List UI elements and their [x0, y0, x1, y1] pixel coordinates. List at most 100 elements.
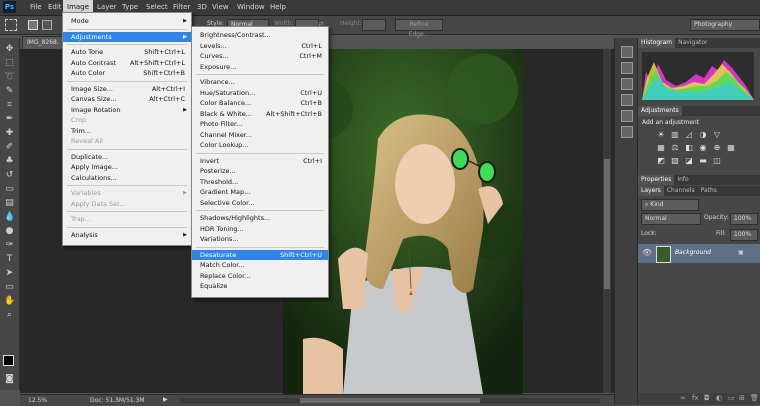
menu-item-apply-image[interactable]: Apply Image... — [63, 162, 191, 173]
blend-mode-select[interactable]: Normal — [641, 213, 701, 225]
menu-item-analysis[interactable]: Analysis ▶ — [63, 230, 191, 241]
zoom-level[interactable]: 12.5% — [28, 397, 47, 404]
path-select-icon[interactable]: ➤ — [4, 268, 15, 279]
refine-edge-button[interactable]: Refine Edge... — [395, 19, 443, 38]
curves-icon[interactable]: ◿ — [684, 130, 694, 140]
menu-view[interactable]: View — [208, 0, 233, 15]
menu-item-exposure[interactable]: Exposure... — [192, 62, 328, 73]
menu-item-replace-color[interactable]: Replace Color... — [192, 271, 328, 282]
visibility-eye-icon[interactable]: 👁 — [642, 248, 652, 257]
crop-tool-icon[interactable]: ⌗ — [4, 100, 15, 111]
color-balance-icon[interactable]: ⚖ — [670, 143, 680, 153]
dodge-tool-icon[interactable]: ● — [4, 226, 15, 237]
hue-sat-icon[interactable]: ▦ — [656, 143, 666, 153]
tab-layers[interactable]: Layers — [638, 186, 664, 196]
marquee-tool-icon[interactable]: ⬚ — [4, 58, 15, 69]
adjustment-layer-icon[interactable]: ◐ — [716, 394, 722, 402]
menu-item-color-balance[interactable]: Color Balance... Ctrl+B — [192, 98, 328, 109]
tab-properties[interactable]: Properties — [638, 175, 675, 185]
eyedropper-icon[interactable]: ✒ — [4, 114, 15, 125]
tab-adjustments[interactable]: Adjustments — [638, 106, 682, 116]
horizontal-scrollbar[interactable] — [180, 398, 600, 403]
type-tool-icon[interactable]: T — [4, 254, 15, 265]
brightness-icon[interactable]: ☀ — [656, 130, 666, 140]
actions-icon[interactable] — [621, 62, 633, 74]
zoom-tool-icon[interactable]: ⌕ — [4, 310, 15, 321]
invert-icon[interactable]: ◩ — [656, 156, 666, 166]
quick-select-icon[interactable]: ✎ — [4, 86, 15, 97]
posterize-icon[interactable]: ▧ — [670, 156, 680, 166]
menu-item-equalize[interactable]: Equalize — [192, 281, 328, 292]
quick-mask-icon[interactable]: ◙ — [4, 374, 15, 385]
menu-item-levels[interactable]: Levels... Ctrl+L — [192, 41, 328, 52]
link-layers-icon[interactable]: ∞ — [680, 394, 686, 402]
mask-icon[interactable]: ◘ — [704, 394, 710, 402]
menu-item-black-white[interactable]: Black & White... Alt+Shift+Ctrl+B — [192, 109, 328, 120]
tool-presets-icon[interactable] — [621, 126, 633, 138]
menu-item-canvas-size[interactable]: Canvas Size... Alt+Ctrl+C — [63, 94, 191, 105]
new-selection-icon[interactable] — [28, 20, 38, 30]
menu-item-mode[interactable]: Mode ▶ — [63, 16, 191, 27]
menu-file[interactable]: File — [26, 0, 46, 15]
menu-item-brightness-contrast[interactable]: Brightness/Contrast... — [192, 30, 328, 41]
bw-icon[interactable]: ◧ — [684, 143, 694, 153]
menu-item-auto-color[interactable]: Auto Color Shift+Ctrl+B — [63, 68, 191, 79]
menu-item-hue-saturation[interactable]: Hue/Saturation... Ctrl+U — [192, 88, 328, 99]
menu-item-threshold[interactable]: Threshold... — [192, 177, 328, 188]
workspace-select[interactable]: Photography — [690, 19, 760, 31]
menu-item-desaturate[interactable]: Desaturate Shift+Ctrl+U — [192, 249, 328, 260]
new-layer-icon[interactable]: ⊞ — [739, 394, 745, 402]
gradient-tool-icon[interactable]: ▤ — [4, 198, 15, 209]
vertical-scrollbar[interactable] — [603, 49, 611, 393]
foreground-color-swatch[interactable] — [3, 355, 14, 366]
history-icon[interactable] — [621, 46, 633, 58]
menu-item-match-color[interactable]: Match Color... — [192, 260, 328, 271]
exposure-icon[interactable]: ◑ — [698, 130, 708, 140]
brush-tool-icon[interactable]: ✐ — [4, 142, 15, 153]
menu-item-image-rotation[interactable]: Image Rotation ▶ — [63, 105, 191, 116]
photo-filter-icon[interactable]: ◉ — [698, 143, 708, 153]
menu-item-adjustments[interactable]: Adjustments ▶ — [63, 31, 191, 42]
menu-item-curves[interactable]: Curves... Ctrl+M — [192, 51, 328, 62]
fx-icon[interactable]: fx — [692, 394, 699, 402]
levels-icon[interactable]: ▥ — [670, 130, 680, 140]
menu-item-auto-tone[interactable]: Auto Tone Shift+Ctrl+L — [63, 47, 191, 58]
vibrance-icon[interactable]: ▽ — [712, 130, 722, 140]
menu-item-calculations[interactable]: Calculations... — [63, 173, 191, 184]
height-input[interactable] — [362, 19, 386, 31]
character-icon[interactable] — [621, 94, 633, 106]
healing-brush-icon[interactable]: ✚ — [4, 128, 15, 139]
color-lookup-icon[interactable]: ▦ — [726, 143, 736, 153]
menu-item-color-lookup[interactable]: Color Lookup... — [192, 140, 328, 151]
eraser-icon[interactable]: ▭ — [4, 184, 15, 195]
brush-presets-icon[interactable] — [621, 78, 633, 90]
channel-mixer-icon[interactable]: ⊕ — [712, 143, 722, 153]
tab-channels[interactable]: Channels — [664, 186, 698, 196]
layer-row[interactable]: 👁 Background ▣ — [638, 244, 760, 263]
menu-item-selective-color[interactable]: Selective Color... — [192, 198, 328, 209]
menu-help[interactable]: Help — [266, 0, 290, 15]
tab-paths[interactable]: Paths — [698, 186, 720, 196]
selective-color-icon[interactable]: ◫ — [712, 156, 722, 166]
menu-item-channel-mixer[interactable]: Channel Mixer... — [192, 130, 328, 141]
menu-item-gradient-map[interactable]: Gradient Map... — [192, 187, 328, 198]
blur-tool-icon[interactable]: 💧 — [4, 212, 15, 223]
move-tool-icon[interactable]: ✥ — [4, 44, 15, 55]
menu-item-vibrance[interactable]: Vibrance... — [192, 77, 328, 88]
menu-item-invert[interactable]: Invert Ctrl+I — [192, 156, 328, 167]
opacity-input[interactable]: 100% — [730, 213, 758, 225]
tab-info[interactable]: Info — [674, 175, 691, 185]
menu-item-hdr-toning[interactable]: HDR Toning... — [192, 224, 328, 235]
menu-item-trim[interactable]: Trim... — [63, 126, 191, 137]
menu-item-variations[interactable]: Variations... — [192, 234, 328, 245]
menu-item-shadows-highlights[interactable]: Shadows/Highlights... — [192, 213, 328, 224]
pen-tool-icon[interactable]: ✑ — [4, 240, 15, 251]
trash-icon[interactable]: 🗑 — [750, 394, 759, 402]
menu-item-auto-contrast[interactable]: Auto Contrast Alt+Shift+Ctrl+L — [63, 58, 191, 69]
paragraph-icon[interactable] — [621, 110, 633, 122]
marquee-tool-icon[interactable] — [5, 19, 17, 31]
menu-item-photo-filter[interactable]: Photo Filter... — [192, 119, 328, 130]
gradient-map-icon[interactable]: ▬ — [698, 156, 708, 166]
threshold-icon[interactable]: ◪ — [684, 156, 694, 166]
menu-item-posterize[interactable]: Posterize... — [192, 166, 328, 177]
